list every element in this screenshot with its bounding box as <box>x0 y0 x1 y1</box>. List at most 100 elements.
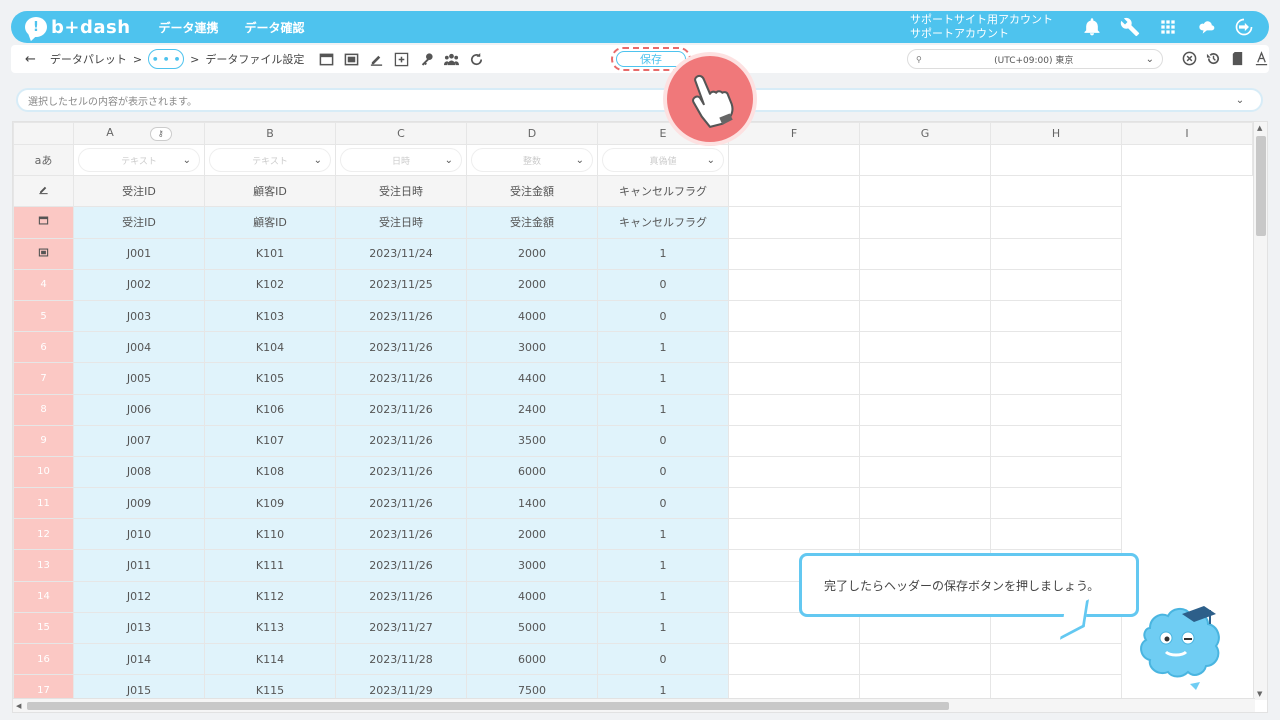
data-cell[interactable]: K111 <box>204 549 336 582</box>
data-cell[interactable]: K103 <box>204 299 336 333</box>
account-info[interactable]: サポートサイト用アカウント サポートアカウント <box>910 13 1053 41</box>
empty-cell[interactable] <box>728 175 860 208</box>
data-cell[interactable]: 2023/11/24 <box>335 237 467 270</box>
data-cell[interactable]: 2000 <box>466 268 598 301</box>
data-cell[interactable]: 1 <box>597 237 729 270</box>
type-row-label[interactable]: aあ <box>13 143 74 177</box>
empty-cell[interactable] <box>859 487 991 520</box>
data-cell[interactable]: 2023/11/26 <box>335 455 467 489</box>
data-cell[interactable]: 1 <box>597 611 729 645</box>
empty-cell[interactable] <box>990 237 1122 270</box>
empty-cell[interactable] <box>728 237 860 270</box>
data-cell[interactable]: J004 <box>73 331 205 364</box>
data-cell[interactable]: 2023/11/26 <box>335 549 467 582</box>
empty-cell[interactable] <box>990 393 1122 426</box>
scroll-down-icon[interactable]: ▼ <box>1257 690 1262 698</box>
column-header-c[interactable]: C <box>335 122 467 145</box>
empty-cell[interactable] <box>1121 143 1253 177</box>
empty-cell[interactable] <box>859 642 991 676</box>
field-name-cell[interactable]: 受注ID <box>73 175 205 208</box>
column-header-h[interactable]: H <box>990 122 1122 145</box>
data-cell[interactable]: 4000 <box>466 299 598 333</box>
data-cell[interactable]: J003 <box>73 299 205 333</box>
data-cell[interactable]: J001 <box>73 237 205 270</box>
empty-cell[interactable] <box>859 455 991 489</box>
wrench-icon[interactable] <box>1119 16 1141 38</box>
type-select[interactable]: 整数 ⌄ <box>471 148 593 173</box>
data-cell[interactable]: 5000 <box>466 611 598 645</box>
data-cell[interactable]: 0 <box>597 455 729 489</box>
row-number[interactable]: 5 <box>13 299 74 333</box>
empty-cell[interactable] <box>859 299 991 333</box>
data-cell[interactable]: 6000 <box>466 455 598 489</box>
column-header-i[interactable]: I <box>1121 122 1253 145</box>
data-cell[interactable]: 0 <box>597 299 729 333</box>
data-cell[interactable]: 2400 <box>466 393 598 426</box>
empty-cell[interactable] <box>859 268 991 301</box>
data-cell[interactable]: 0 <box>597 424 729 457</box>
column-header-g[interactable]: G <box>859 122 991 145</box>
data-cell[interactable]: K106 <box>204 393 336 426</box>
row-number[interactable]: 15 <box>13 611 74 645</box>
type-select[interactable]: テキスト ⌄ <box>209 148 331 173</box>
data-cell[interactable]: 2023/11/26 <box>335 580 467 613</box>
empty-cell[interactable] <box>859 518 991 551</box>
data-cell[interactable]: 2023/11/26 <box>335 393 467 426</box>
data-cell[interactable]: 1400 <box>466 487 598 520</box>
data-cell[interactable]: J007 <box>73 424 205 457</box>
timezone-select[interactable]: ⚲ (UTC+09:00) 東京 ⌄ <box>907 49 1163 69</box>
type-select[interactable]: 真偽値 ⌄ <box>602 148 724 173</box>
data-cell[interactable]: K105 <box>204 362 336 395</box>
row-number[interactable]: 10 <box>13 455 74 489</box>
vertical-scroll-thumb[interactable] <box>1256 136 1266 236</box>
empty-cell[interactable] <box>990 143 1122 177</box>
type-select[interactable]: 日時 ⌄ <box>340 148 462 173</box>
empty-cell[interactable] <box>859 362 991 395</box>
key-icon[interactable] <box>418 51 434 67</box>
data-cell[interactable]: 2023/11/26 <box>335 487 467 520</box>
logout-icon[interactable] <box>1233 16 1255 38</box>
data-cell[interactable]: K114 <box>204 642 336 676</box>
logo[interactable]: ! b+dash <box>25 17 131 38</box>
row-number[interactable]: 11 <box>13 487 74 520</box>
empty-cell[interactable] <box>990 206 1122 239</box>
primary-key-icon[interactable]: ⚷ <box>149 127 172 141</box>
vertical-scrollbar[interactable]: ▲ ▼ <box>1253 122 1267 700</box>
refresh-icon[interactable] <box>468 51 484 67</box>
data-cell[interactable]: K101 <box>204 237 336 270</box>
data-cell[interactable]: K112 <box>204 580 336 613</box>
empty-cell[interactable] <box>990 642 1122 676</box>
field-name-cell[interactable]: キャンセルフラグ <box>597 175 729 208</box>
data-cell[interactable]: 0 <box>597 268 729 301</box>
data-cell[interactable]: 2023/11/28 <box>335 642 467 676</box>
data-cell[interactable]: K109 <box>204 487 336 520</box>
empty-cell[interactable] <box>990 331 1122 364</box>
data-cell[interactable]: 1 <box>597 362 729 395</box>
data-cell[interactable]: 0 <box>597 487 729 520</box>
data-cell[interactable]: K110 <box>204 518 336 551</box>
row-number[interactable]: 12 <box>13 518 74 551</box>
empty-cell[interactable] <box>859 143 991 177</box>
empty-cell[interactable] <box>859 206 991 239</box>
row-number[interactable]: 8 <box>13 393 74 426</box>
data-cell[interactable]: 1 <box>597 393 729 426</box>
sheet-icon[interactable] <box>343 51 359 67</box>
empty-cell[interactable] <box>728 143 860 177</box>
data-cell[interactable]: 1 <box>597 580 729 613</box>
scroll-left-icon[interactable]: ◀ <box>16 702 21 710</box>
data-cell[interactable]: J013 <box>73 611 205 645</box>
empty-cell[interactable] <box>990 424 1122 457</box>
header-row-marker[interactable] <box>13 206 74 239</box>
data-cell[interactable]: 3500 <box>466 424 598 457</box>
data-cell[interactable]: K107 <box>204 424 336 457</box>
data-cell[interactable]: J014 <box>73 642 205 676</box>
row-number[interactable]: 4 <box>13 268 74 301</box>
header-label-cell[interactable]: 顧客ID <box>204 206 336 239</box>
row-number[interactable]: 16 <box>13 642 74 676</box>
close-circle-icon[interactable] <box>1181 50 1197 66</box>
cell-content-bar[interactable]: 選択したセルの内容が表示されます。 ⌄ <box>16 88 1263 112</box>
row-number[interactable]: 7 <box>13 362 74 395</box>
field-name-row-label[interactable] <box>13 175 74 208</box>
empty-cell[interactable] <box>859 393 991 426</box>
data-cell[interactable]: J010 <box>73 518 205 551</box>
